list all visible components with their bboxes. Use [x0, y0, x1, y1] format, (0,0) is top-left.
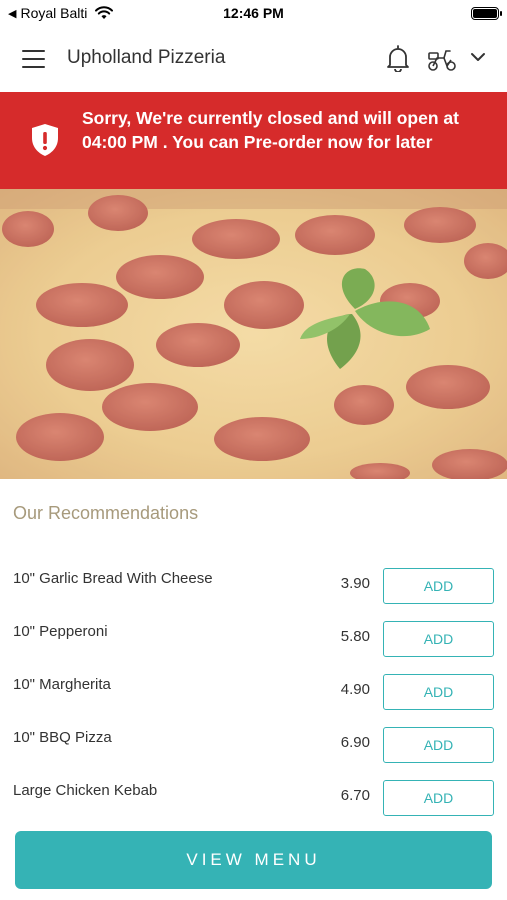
item-name: 10" Garlic Bread With Cheese [13, 570, 213, 587]
item-price: 6.70 [340, 787, 370, 804]
list-item: 10" BBQ Pizza 6.90 ADD [0, 709, 507, 763]
recommendations-title: Our Recommendations [13, 503, 199, 523]
item-name: 10" Margherita [13, 676, 111, 693]
item-name: 10" Pepperoni [13, 623, 108, 640]
add-button[interactable]: ADD [383, 674, 494, 710]
view-menu-button[interactable]: VIEW MENU [15, 831, 492, 889]
item-price: 4.90 [340, 681, 370, 698]
list-item: 10" Pepperoni 5.80 ADD [0, 603, 507, 657]
list-item: Large Chicken Kebab 6.70 ADD [0, 762, 507, 816]
battery-icon [471, 7, 502, 20]
add-button[interactable]: ADD [383, 727, 494, 763]
item-name: Large Chicken Kebab [13, 782, 158, 799]
closed-notice-text: Sorry, We're currently closed and will o… [82, 108, 459, 152]
add-button[interactable]: ADD [383, 568, 494, 604]
status-bar: ◀ Royal Balti 12:46 PM [0, 0, 507, 28]
recommendations-list: 10" Garlic Bread With Cheese 3.90 ADD 10… [0, 550, 507, 816]
pizza-image [0, 189, 507, 479]
item-price: 3.90 [340, 575, 370, 592]
closed-notice-banner: Sorry, We're currently closed and will o… [0, 92, 507, 189]
page-title: Upholland Pizzeria [67, 47, 226, 68]
app-header: Upholland Pizzeria [0, 28, 507, 92]
status-time: 12:46 PM [223, 5, 284, 21]
list-item: 10" Margherita 4.90 ADD [0, 656, 507, 710]
list-item: 10" Garlic Bread With Cheese 3.90 ADD [0, 550, 507, 604]
shield-alert-icon [32, 124, 58, 156]
scooter-icon[interactable] [427, 46, 457, 72]
item-price: 5.80 [340, 628, 370, 645]
item-price: 6.90 [340, 734, 370, 751]
item-name: 10" BBQ Pizza [13, 729, 112, 746]
add-button[interactable]: ADD [383, 780, 494, 816]
bell-icon[interactable] [385, 44, 411, 72]
menu-icon[interactable] [22, 50, 45, 68]
hero-pizza-image [0, 189, 507, 479]
add-button[interactable]: ADD [383, 621, 494, 657]
chevron-down-icon[interactable] [470, 50, 486, 64]
